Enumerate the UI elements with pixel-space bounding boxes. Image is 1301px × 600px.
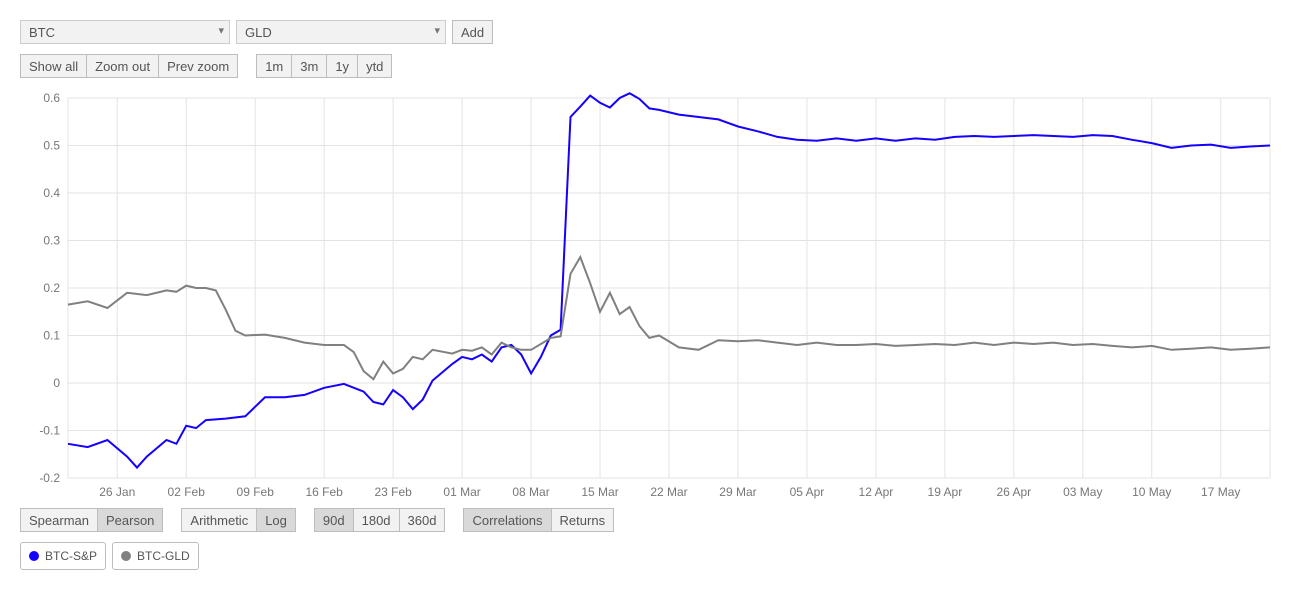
svg-text:03 May: 03 May (1063, 485, 1102, 499)
svg-text:0.2: 0.2 (43, 281, 60, 295)
pearson-button[interactable]: Pearson (97, 508, 163, 532)
svg-text:16 Feb: 16 Feb (305, 485, 343, 499)
legend-swatch-icon (121, 551, 131, 561)
window-180d-button[interactable]: 180d (353, 508, 399, 532)
svg-text:26 Jan: 26 Jan (99, 485, 135, 499)
svg-text:09 Feb: 09 Feb (237, 485, 275, 499)
svg-text:0.4: 0.4 (43, 186, 60, 200)
svg-text:-0.1: -0.1 (39, 424, 60, 438)
svg-text:29 Mar: 29 Mar (719, 485, 756, 499)
svg-text:26 Apr: 26 Apr (996, 485, 1031, 499)
correlations-button[interactable]: Correlations (463, 508, 550, 532)
add-button[interactable]: Add (452, 20, 493, 44)
svg-text:15 Mar: 15 Mar (581, 485, 618, 499)
return-type-group: Arithmetic Log (181, 508, 296, 532)
arithmetic-button[interactable]: Arithmetic (181, 508, 256, 532)
asset1-select[interactable]: BTC (20, 20, 230, 44)
corr-type-group: Spearman Pearson (20, 508, 163, 532)
range-button-group: 1m 3m 1y ytd (256, 54, 392, 78)
svg-text:0.1: 0.1 (43, 329, 60, 343)
svg-text:17 May: 17 May (1201, 485, 1240, 499)
legend-item-btc-sp[interactable]: BTC-S&P (20, 542, 106, 570)
range-3m-button[interactable]: 3m (291, 54, 326, 78)
window-90d-button[interactable]: 90d (314, 508, 353, 532)
svg-text:19 Apr: 19 Apr (928, 485, 963, 499)
mode-group: Correlations Returns (463, 508, 614, 532)
log-button[interactable]: Log (256, 508, 296, 532)
zoom-out-button[interactable]: Zoom out (86, 54, 158, 78)
legend-label: BTC-GLD (137, 549, 190, 563)
legend-label: BTC-S&P (45, 549, 97, 563)
svg-text:-0.2: -0.2 (39, 471, 60, 485)
svg-text:0.5: 0.5 (43, 139, 60, 153)
svg-text:0: 0 (53, 376, 60, 390)
range-ytd-button[interactable]: ytd (357, 54, 392, 78)
window-group: 90d 180d 360d (314, 508, 446, 532)
view-button-group: Show all Zoom out Prev zoom (20, 54, 238, 78)
series-picker-row: BTC GLD Add (20, 20, 1280, 44)
legend-item-btc-gld[interactable]: BTC-GLD (112, 542, 199, 570)
svg-text:05 Apr: 05 Apr (790, 485, 825, 499)
window-360d-button[interactable]: 360d (399, 508, 446, 532)
svg-text:10 May: 10 May (1132, 485, 1171, 499)
svg-text:08 Mar: 08 Mar (512, 485, 549, 499)
view-controls-row: Show all Zoom out Prev zoom 1m 3m 1y ytd (20, 54, 1280, 78)
asset1-select-wrap: BTC (20, 20, 230, 44)
svg-text:22 Mar: 22 Mar (650, 485, 687, 499)
returns-button[interactable]: Returns (551, 508, 615, 532)
svg-text:02 Feb: 02 Feb (168, 485, 206, 499)
show-all-button[interactable]: Show all (20, 54, 86, 78)
svg-text:01 Mar: 01 Mar (443, 485, 480, 499)
legend-row: BTC-S&P BTC-GLD (20, 542, 1280, 570)
prev-zoom-button[interactable]: Prev zoom (158, 54, 238, 78)
correlation-chart[interactable]: -0.2 -0.1 0 0.1 0.2 0.3 0.4 0.5 0.6 26 Jan 02 Feb 0… (20, 88, 1280, 508)
spearman-button[interactable]: Spearman (20, 508, 97, 532)
asset2-select[interactable]: GLD (236, 20, 446, 44)
legend-swatch-icon (29, 551, 39, 561)
analysis-controls-row: Spearman Pearson Arithmetic Log 90d 180d… (20, 508, 1280, 532)
asset2-select-wrap: GLD (236, 20, 446, 44)
range-1m-button[interactable]: 1m (256, 54, 291, 78)
svg-text:0.6: 0.6 (43, 91, 60, 105)
svg-text:0.3: 0.3 (43, 234, 60, 248)
range-1y-button[interactable]: 1y (326, 54, 357, 78)
svg-text:23 Feb: 23 Feb (374, 485, 412, 499)
svg-text:12 Apr: 12 Apr (859, 485, 894, 499)
